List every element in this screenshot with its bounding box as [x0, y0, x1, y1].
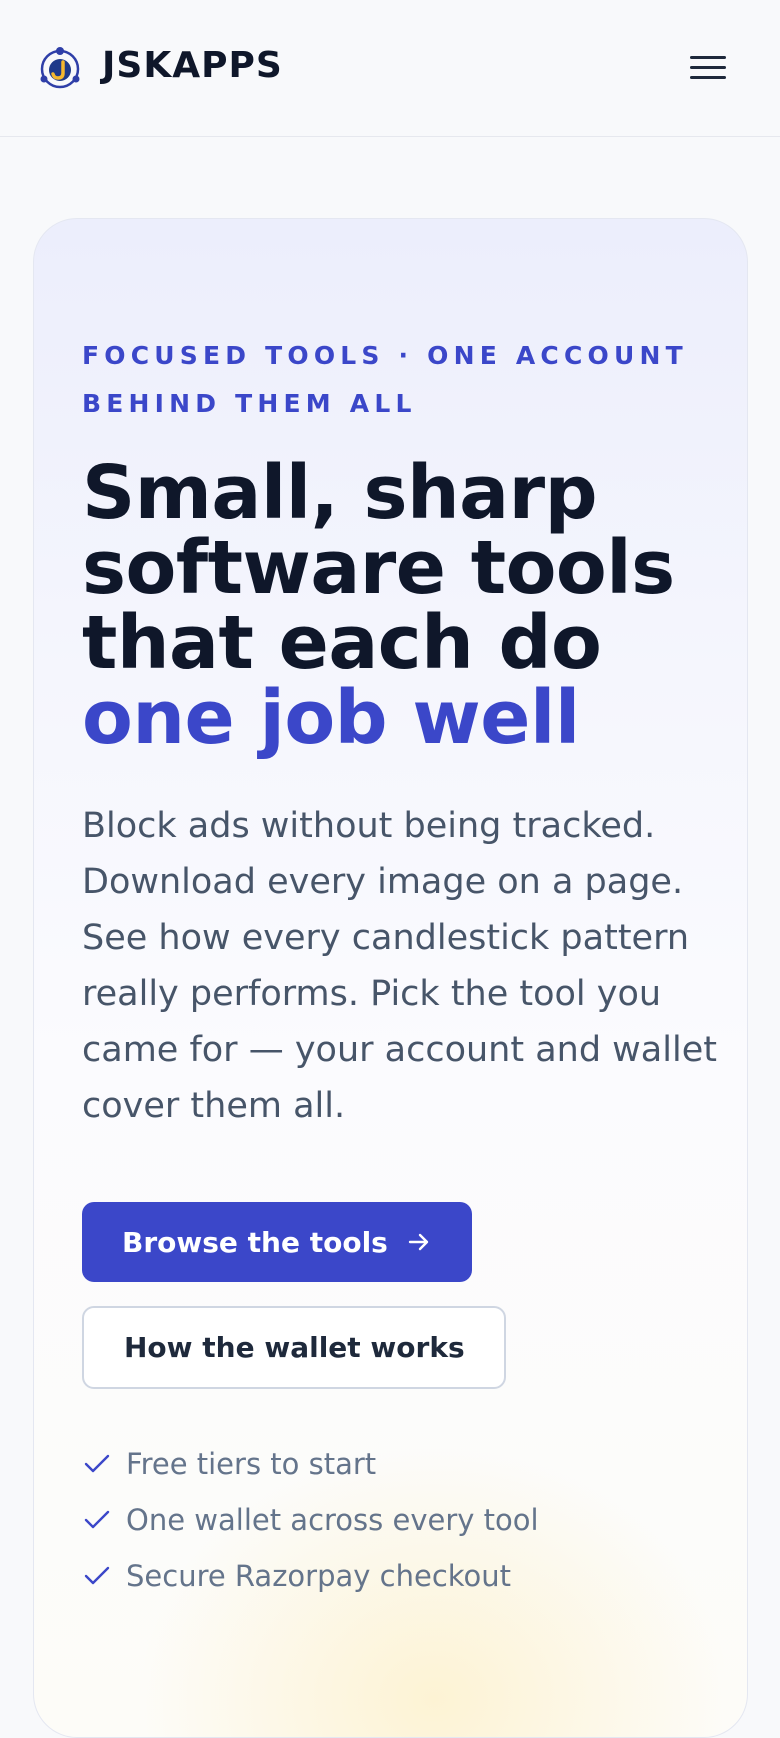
arrow-right-icon — [408, 1233, 429, 1251]
browse-tools-button[interactable]: Browse the tools — [82, 1202, 472, 1282]
list-item: Secure Razorpay checkout — [82, 1548, 722, 1604]
hero-headline: Small, sharp software tools that each do… — [82, 456, 742, 756]
list-item: Free tiers to start — [82, 1436, 722, 1492]
hero-headline-main: Small, sharp software tools that each do — [82, 450, 675, 686]
check-icon — [84, 1454, 110, 1473]
hero-eyebrow: FOCUSED TOOLS · ONE ACCOUNT BEHIND THEM … — [82, 341, 688, 418]
wallet-info-label: How the wallet works — [124, 1331, 465, 1364]
brand-name[interactable]: JSKAPPS — [102, 44, 283, 88]
feature-text: One wallet across every tool — [126, 1503, 539, 1537]
check-icon — [84, 1566, 110, 1585]
feature-text: Free tiers to start — [126, 1447, 377, 1481]
hamburger-menu-icon[interactable] — [682, 46, 734, 90]
hero-headline-accent: one job well — [82, 675, 580, 761]
feature-list: Free tiers to start One wallet across ev… — [82, 1436, 722, 1604]
list-item: One wallet across every tool — [82, 1492, 722, 1548]
feature-text: Secure Razorpay checkout — [126, 1559, 512, 1593]
site-header: JSKAPPS — [0, 0, 780, 137]
hero-description: Block ads without being tracked. Downloa… — [82, 806, 717, 1126]
browse-tools-label: Browse the tools — [122, 1225, 388, 1259]
wallet-info-button[interactable]: How the wallet works — [82, 1306, 506, 1389]
jskapps-logo-icon[interactable] — [36, 43, 84, 91]
check-icon — [84, 1510, 110, 1529]
